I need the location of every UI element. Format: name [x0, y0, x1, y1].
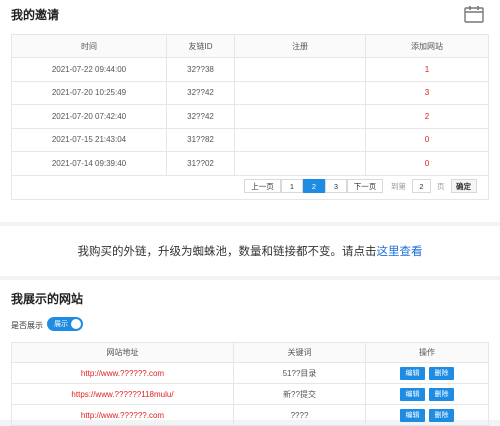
page-button-2[interactable]: 2 [303, 179, 325, 193]
edit-button[interactable]: 编辑 [400, 387, 425, 401]
row-actions: 编辑 删除 [365, 362, 489, 384]
sites-table: 网站地址 关键词 操作 http://www.??????.com 51??目录编… [11, 342, 489, 426]
page-button-1[interactable]: 1 [281, 179, 303, 193]
sites-panel: 我展示的网站 是否展示 展示 网站地址 关键词 操作 http://www.??… [0, 280, 500, 426]
invite-table: 时间 友链ID 注册 添加网站 2021-07-22 09:44:00 32??3… [11, 34, 489, 176]
row-site-url[interactable]: https://www.??????118mulu/ [11, 383, 234, 405]
notice-link[interactable]: 这里查看 [377, 243, 423, 259]
row-added-count: 3 [365, 80, 489, 105]
row-register [234, 57, 366, 82]
table-row: 2021-07-22 09:44:00 32??38 1 [11, 57, 489, 82]
delete-button[interactable]: 删除 [429, 366, 454, 380]
table-row: https://www.??????118mulu/新??提交 编辑 删除 [11, 383, 489, 405]
invite-title: 我的邀请 [11, 8, 60, 22]
row-register [234, 104, 366, 129]
row-friendlink-id: 32??42 [166, 104, 235, 129]
invite-panel: 我的邀请 时间 友链ID 注册 添加网站 2021-07-22 09:44:00… [0, 0, 500, 222]
row-friendlink-id: 32??42 [166, 80, 235, 105]
show-toggle-text: 展示 [54, 321, 68, 328]
page-button-3[interactable]: 3 [325, 179, 347, 193]
table-header-row: 时间 友链ID 注册 添加网站 [11, 34, 489, 58]
table-row: http://www.??????.com???? 编辑 删除 [11, 404, 489, 426]
page-unit-label: 页 [437, 181, 445, 191]
row-keyword: 51??目录 [233, 362, 366, 384]
row-friendlink-id: 32??38 [166, 57, 235, 82]
column-header-actions: 操作 [365, 342, 489, 363]
row-keyword: 新??提交 [233, 383, 366, 405]
row-added-count: 0 [365, 127, 489, 152]
column-header-time: 时间 [11, 34, 167, 58]
show-toggle-label: 是否展示 [11, 321, 43, 330]
goto-page-input[interactable]: 2 [412, 179, 431, 193]
row-keyword: ???? [233, 404, 366, 426]
row-actions: 编辑 删除 [365, 404, 489, 426]
table-row: http://www.??????.com 51??目录 编辑 删除 [11, 362, 489, 384]
table-header-row: 网站地址 关键词 操作 [11, 342, 489, 363]
goto-label: 到第 [391, 181, 406, 191]
row-register [234, 127, 366, 152]
row-time: 2021-07-20 10:25:49 [11, 80, 167, 105]
row-friendlink-id: 31??82 [166, 127, 235, 152]
row-site-url[interactable]: http://www.??????.com [11, 404, 234, 426]
calendar-icon[interactable] [464, 5, 484, 23]
column-header-register: 注册 [234, 34, 366, 58]
pagination: 上一页 1 2 3 下一页 到第 2 页 确定 [11, 172, 489, 200]
row-site-url[interactable]: http://www.??????.com [11, 362, 234, 384]
row-time: 2021-07-22 09:44:00 [11, 57, 167, 82]
table-row: 2021-07-15 21:43:04 31??82 0 [11, 127, 489, 152]
row-actions: 编辑 删除 [365, 383, 489, 405]
edit-button[interactable]: 编辑 [400, 366, 425, 380]
row-time: 2021-07-15 21:43:04 [11, 127, 167, 152]
column-header-site-url: 网站地址 [11, 342, 234, 363]
toggle-knob [71, 319, 81, 329]
prev-page-button[interactable]: 上一页 [244, 179, 281, 193]
delete-button[interactable]: 删除 [429, 387, 454, 401]
table-row: 2021-07-20 07:42:40 32??42 2 [11, 104, 489, 129]
show-toggle[interactable]: 展示 [47, 317, 83, 331]
row-time: 2021-07-20 07:42:40 [11, 104, 167, 129]
sites-title: 我展示的网站 [11, 292, 84, 306]
column-header-friendlink-id: 友链ID [166, 34, 235, 58]
row-register [234, 80, 366, 105]
next-page-button[interactable]: 下一页 [347, 179, 383, 193]
column-header-keyword: 关键词 [233, 342, 366, 363]
goto-confirm-button[interactable]: 确定 [450, 179, 477, 193]
row-added-count: 1 [365, 57, 489, 82]
column-header-added-sites: 添加网站 [365, 34, 489, 58]
notice-banner: 我购买的外链，升级为蜘蛛池，数量和链接都不变。请点击 这里查看 [0, 226, 500, 276]
notice-text: 我购买的外链，升级为蜘蛛池，数量和链接都不变。请点击 [77, 246, 377, 258]
table-row: 2021-07-20 10:25:49 32??42 3 [11, 80, 489, 105]
row-added-count: 2 [365, 104, 489, 129]
